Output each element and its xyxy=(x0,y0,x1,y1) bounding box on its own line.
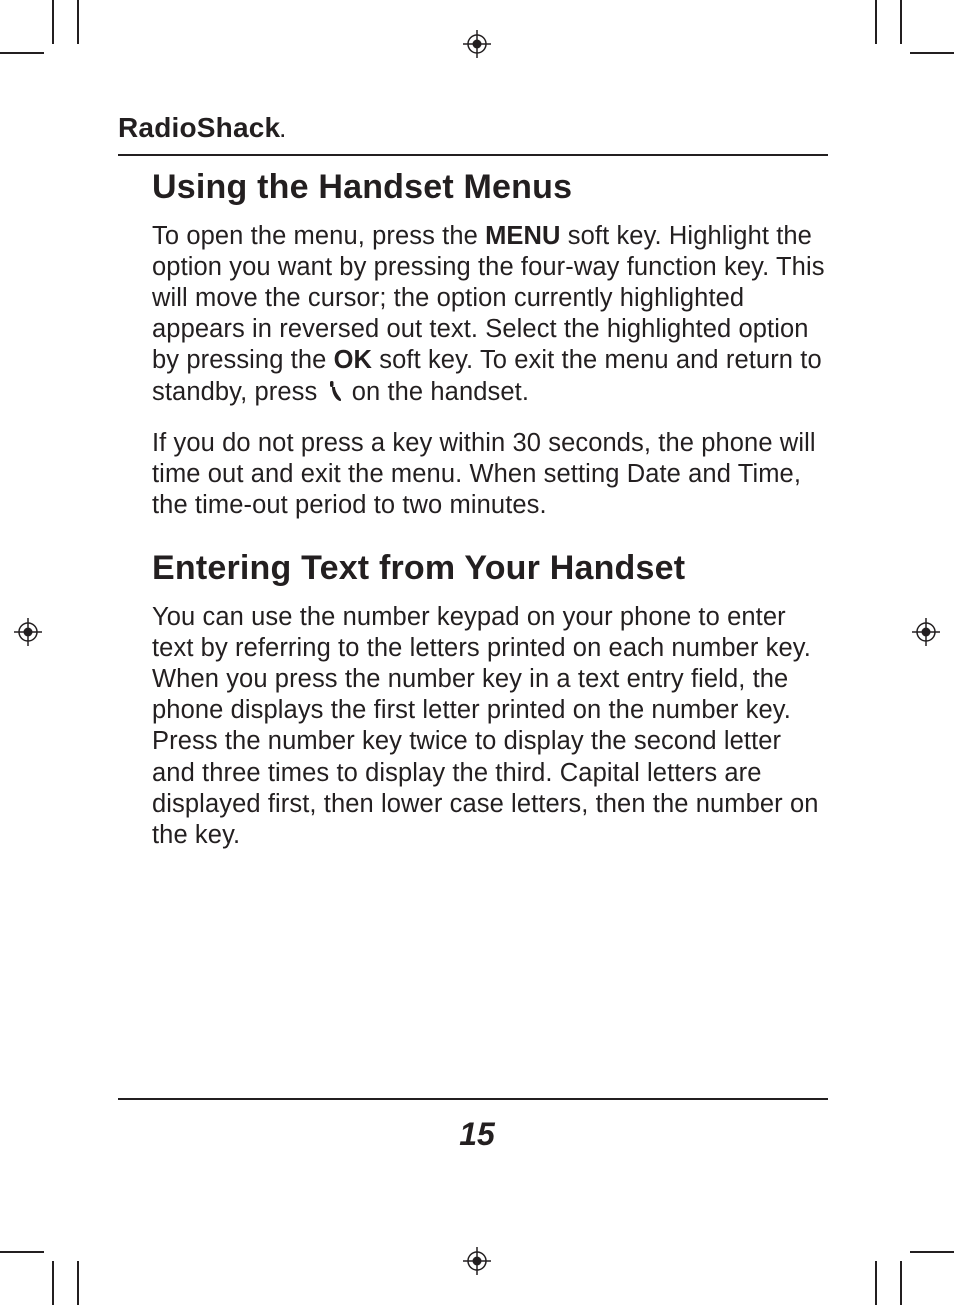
horizontal-rule xyxy=(118,154,828,156)
crop-mark xyxy=(875,0,877,44)
crop-mark xyxy=(910,1251,954,1253)
crop-mark xyxy=(52,1261,54,1305)
registration-mark-icon xyxy=(14,618,42,646)
page-number: 15 xyxy=(0,1116,954,1153)
crop-mark xyxy=(0,1251,44,1253)
text: To open the menu, press the xyxy=(152,222,485,250)
end-call-icon xyxy=(327,379,343,410)
content-area: Using the Handset Menus To open the menu… xyxy=(152,168,828,869)
brand-dot: . xyxy=(280,121,285,141)
crop-mark xyxy=(900,0,902,44)
text: on the handset. xyxy=(345,378,530,406)
section-heading: Entering Text from Your Handset xyxy=(152,549,828,588)
crop-mark xyxy=(52,0,54,44)
crop-mark xyxy=(77,1261,79,1305)
body-paragraph: You can use the number keypad on your ph… xyxy=(152,602,828,851)
brand-text: RadioShack xyxy=(118,112,280,143)
crop-mark xyxy=(875,1261,877,1305)
page: RadioShack. Using the Handset Menus To o… xyxy=(0,0,954,1305)
menu-key-label: MENU xyxy=(485,222,560,250)
registration-mark-icon xyxy=(463,30,491,58)
crop-mark xyxy=(0,52,44,54)
ok-key-label: OK xyxy=(334,346,372,374)
section-heading: Using the Handset Menus xyxy=(152,168,828,207)
brand-logo: RadioShack. xyxy=(118,112,285,144)
body-paragraph: To open the menu, press the MENU soft ke… xyxy=(152,221,828,410)
crop-mark xyxy=(910,52,954,54)
registration-mark-icon xyxy=(463,1247,491,1275)
body-paragraph: If you do not press a key within 30 seco… xyxy=(152,428,828,521)
crop-mark xyxy=(900,1261,902,1305)
registration-mark-icon xyxy=(912,618,940,646)
horizontal-rule xyxy=(118,1098,828,1100)
crop-mark xyxy=(77,0,79,44)
